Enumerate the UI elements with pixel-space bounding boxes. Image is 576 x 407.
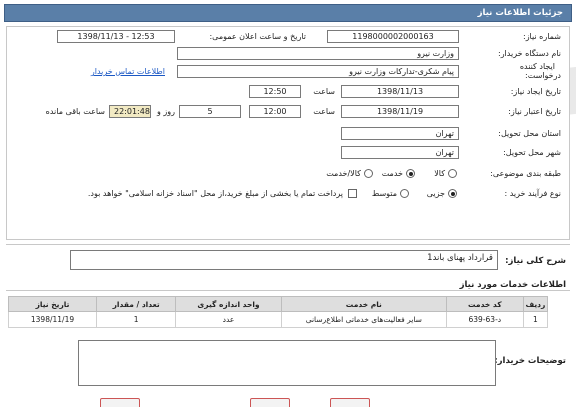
services-table: ردیف کد خدمت نام خدمت واحد اندازه گیری ت… (7, 296, 549, 328)
need-time-label: ساعت (313, 87, 335, 96)
col-service-code: کد خدمت (445, 296, 524, 312)
cell-service-name: سایر فعالیت‌های خدماتی اطلاع‌رسانی (280, 311, 447, 328)
validity-date-field[interactable]: 1398/11/19 (341, 105, 459, 118)
bottom-button-3[interactable] (330, 398, 370, 407)
cell-unit: عدد (175, 311, 282, 328)
announce-datetime-label: تاریخ و ساعت اعلان عمومی: (209, 32, 306, 41)
bottom-button-2[interactable] (250, 398, 290, 407)
validity-time-label: ساعت (313, 107, 335, 116)
need-time-field[interactable]: 12:50 (249, 85, 301, 98)
creator-field[interactable]: پیام شکری-تدارکات وزارت نیرو (177, 65, 459, 78)
category-option-goods: کالا (434, 169, 445, 178)
province-label: استان محل تحویل: (498, 129, 561, 138)
col-row-number: ردیف (522, 296, 549, 312)
category-radio-goods-service[interactable] (364, 169, 373, 178)
summary-field[interactable]: قرارداد پهنای باند1 (70, 250, 498, 270)
need-number-label: شماره نیاز: (523, 32, 561, 41)
province-field[interactable]: تهران (341, 127, 459, 140)
bottom-button-1[interactable] (100, 398, 140, 407)
remaining-time-field[interactable]: 22:01:48 (109, 105, 151, 118)
summary-label: شرح کلی نیاز: (505, 256, 566, 266)
col-unit: واحد اندازه گیری (175, 296, 282, 312)
validity-date-label: تاریخ اعتبار نیاز: (508, 107, 561, 116)
remaining-label: ساعت باقی مانده (45, 107, 105, 116)
section-divider (6, 244, 570, 245)
cell-need-date: 1398/11/19 (7, 311, 98, 328)
services-section-title: اطلاعات خدمات مورد نیاز (459, 280, 566, 290)
cell-row-number: 1 (522, 311, 549, 328)
days-label: روز و (157, 107, 175, 116)
col-quantity: تعداد / مقدار (96, 296, 177, 312)
buyer-org-label: نام دستگاه خریدار: (498, 49, 561, 58)
creator-label-1: ایجاد کننده (519, 62, 555, 71)
buyer-notes-field[interactable] (78, 340, 496, 386)
purchase-type-label: نوع فرآیند خرید : (504, 189, 561, 198)
purchase-option-minor: جزیی (426, 189, 445, 198)
col-need-date: تاریخ نیاز (7, 296, 98, 312)
category-option-goods-service: کالا/خدمت (326, 169, 361, 178)
need-date-field[interactable]: 1398/11/13 (341, 85, 459, 98)
creator-label-2: درخواست: (525, 71, 561, 80)
announce-datetime-field[interactable]: 1398/11/13 - 12:53 (57, 30, 175, 43)
treasury-payment-note: پرداخت تمام یا بخشی از مبلغ خرید،از محل … (87, 189, 343, 198)
category-radio-goods[interactable] (448, 169, 457, 178)
city-field[interactable]: تهران (341, 146, 459, 159)
services-divider (6, 290, 570, 291)
need-details-form: شماره نیاز: 1198000002000163 تاریخ و ساع… (6, 26, 570, 240)
cell-quantity: 1 (96, 311, 177, 328)
services-table-header: ردیف کد خدمت نام خدمت واحد اندازه گیری ت… (7, 296, 549, 312)
purchase-option-medium: متوسط (371, 189, 397, 198)
category-radio-service[interactable] (406, 169, 415, 178)
page-title: جزئیات اطلاعات نیاز (477, 8, 563, 18)
purchase-radio-minor[interactable] (448, 189, 457, 198)
need-number-field[interactable]: 1198000002000163 (327, 30, 459, 43)
cell-service-code: د-63-639 (445, 311, 524, 328)
remaining-days-field[interactable]: 5 (179, 105, 241, 118)
buyer-org-field[interactable]: وزارت نیرو (177, 47, 459, 60)
city-label: شهر محل تحویل: (503, 148, 561, 157)
buyer-contact-link[interactable]: اطلاعات تماس خریدار (91, 67, 165, 76)
page-header: جزئیات اطلاعات نیاز (4, 4, 572, 22)
validity-time-field[interactable]: 12:00 (249, 105, 301, 118)
purchase-radio-medium[interactable] (400, 189, 409, 198)
table-row[interactable]: 1 د-63-639 سایر فعالیت‌های خدماتی اطلاع‌… (7, 311, 549, 328)
treasury-payment-checkbox[interactable] (348, 189, 357, 198)
buyer-notes-label: توضیحات خریدار: (494, 356, 566, 366)
col-service-name: نام خدمت (280, 296, 447, 312)
category-label: طبقه بندی موضوعی: (490, 169, 561, 178)
category-option-service: خدمت (381, 169, 403, 178)
need-date-label: تاریخ ایجاد نیاز: (510, 87, 561, 96)
